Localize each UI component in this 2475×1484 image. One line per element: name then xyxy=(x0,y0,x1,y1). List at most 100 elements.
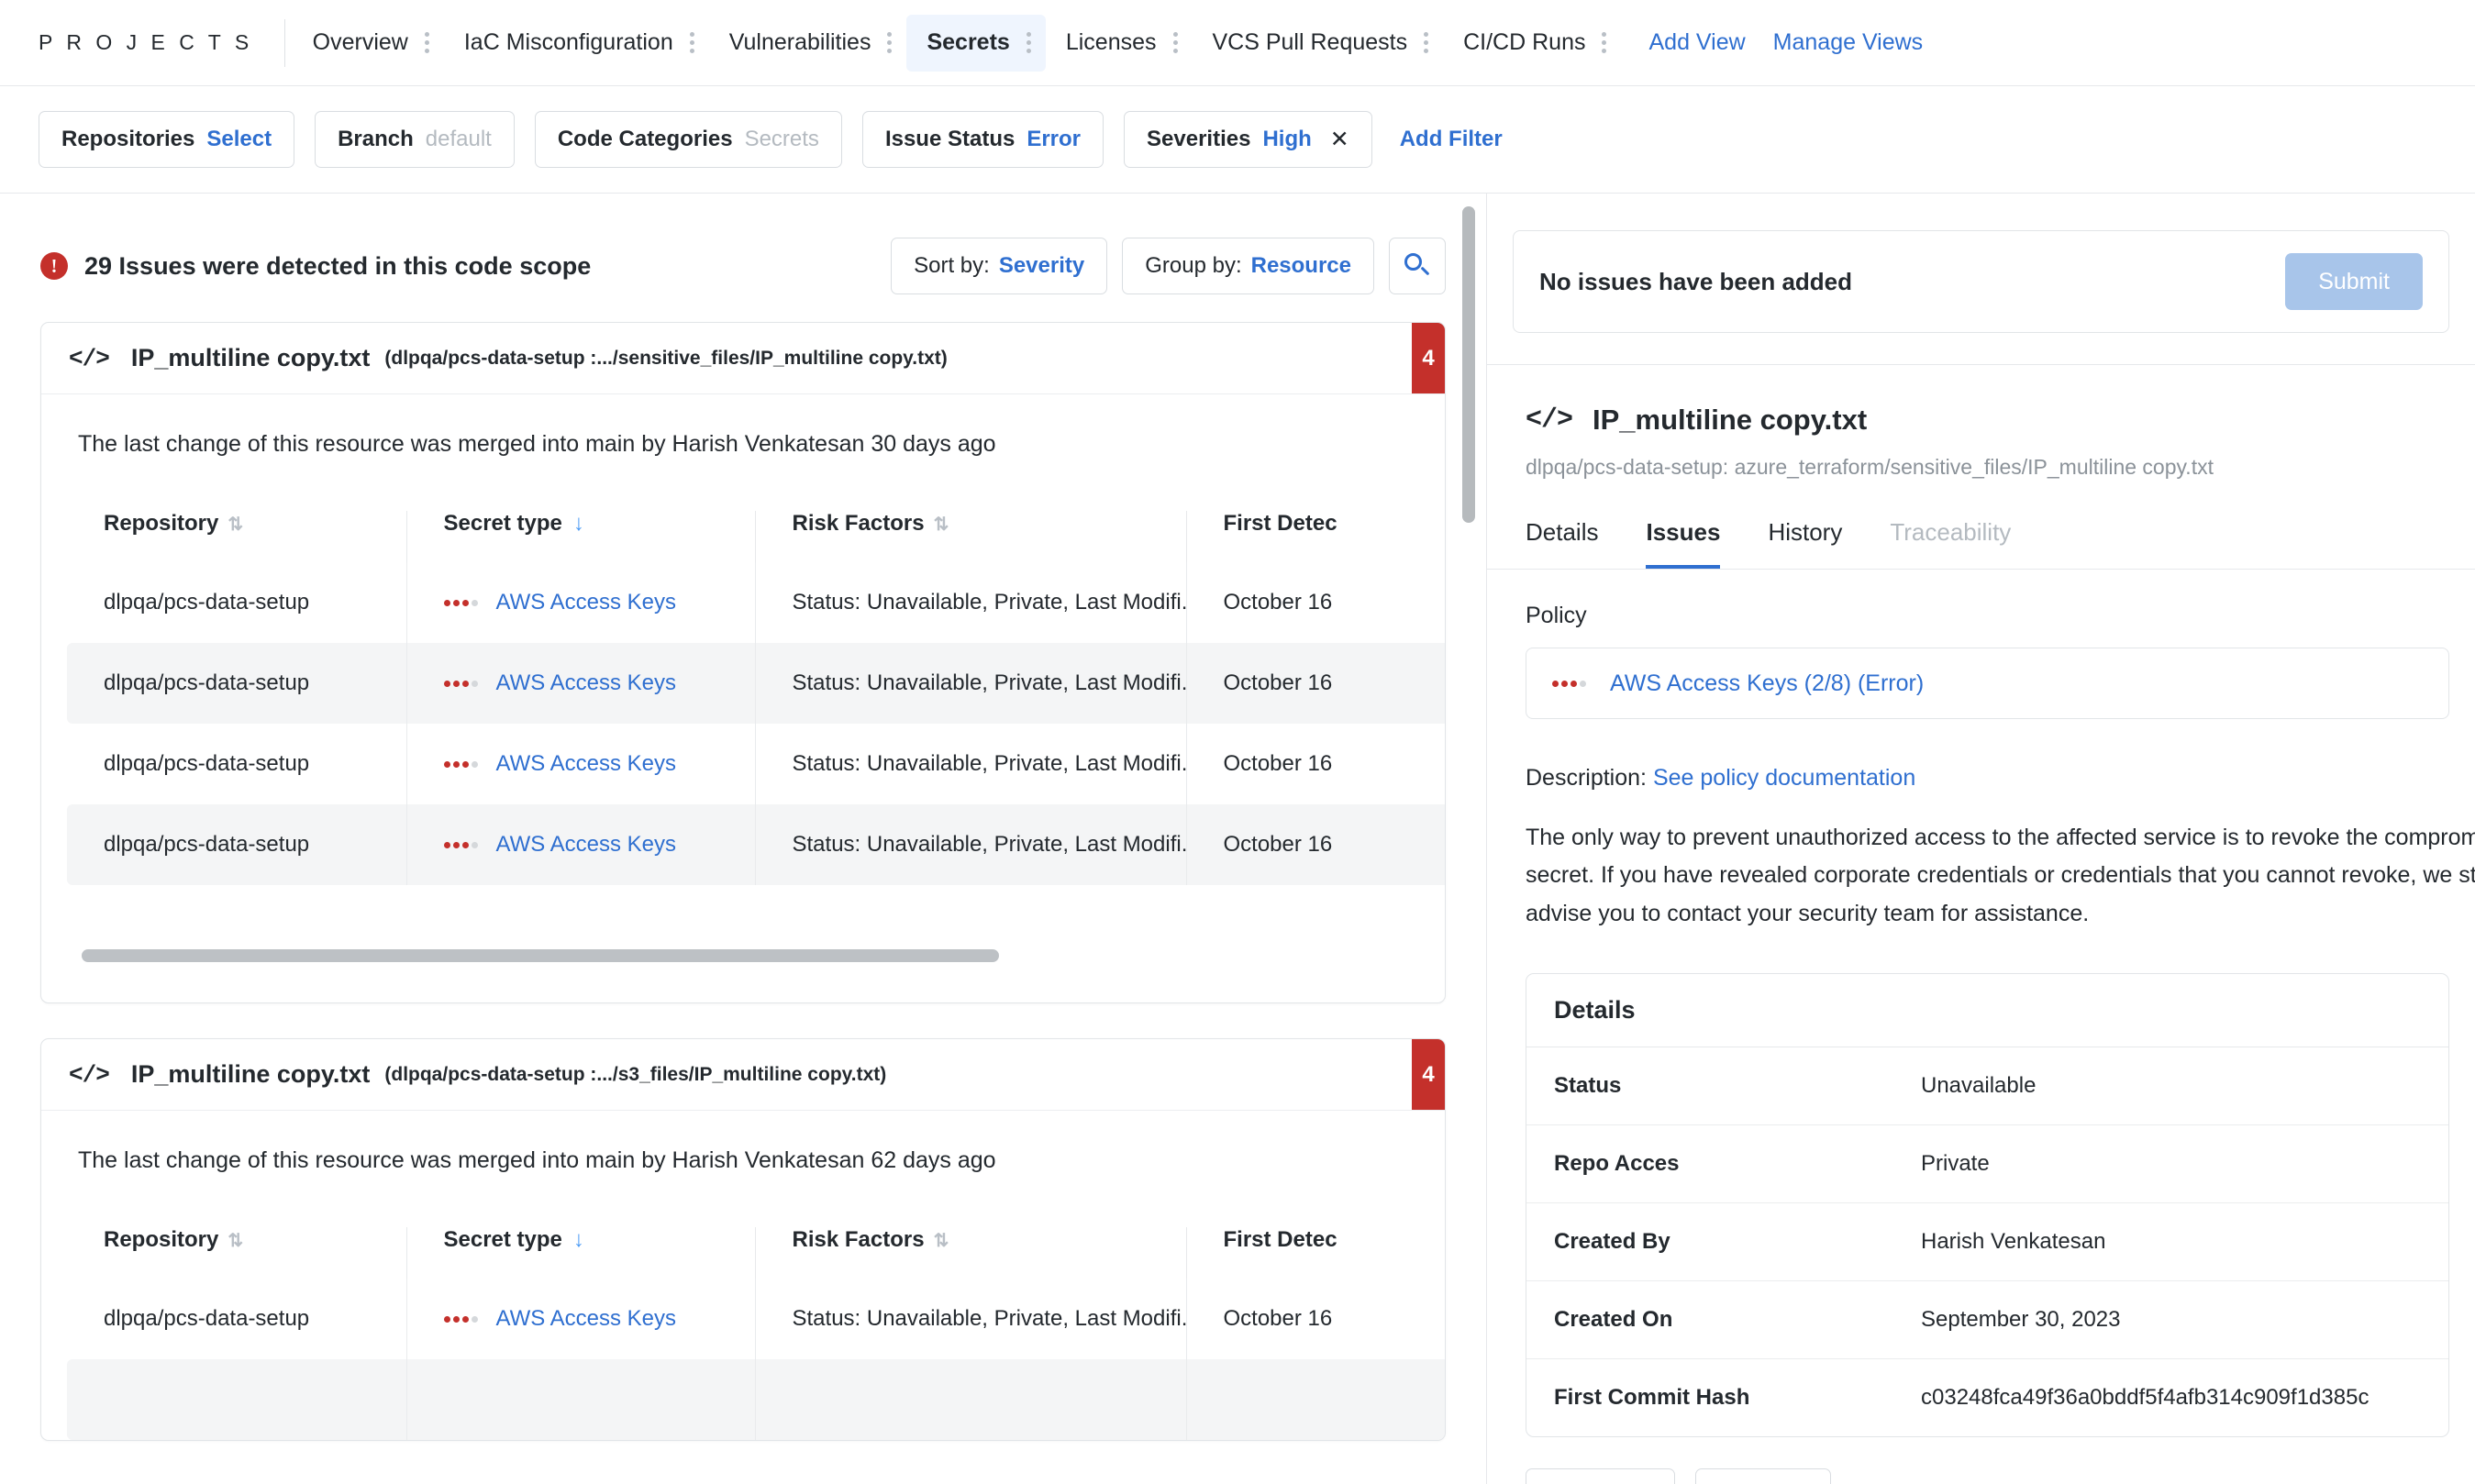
nav-tab-label: IaC Misconfiguration xyxy=(463,29,673,55)
severity-dots-icon xyxy=(443,842,478,849)
secret-type-link[interactable]: AWS Access Keys xyxy=(496,590,677,615)
filter-key: Repositories xyxy=(61,127,195,151)
table-row[interactable] xyxy=(67,1359,1445,1440)
kebab-menu-icon[interactable] xyxy=(1424,32,1429,53)
group-by-control[interactable]: Group by: Resource xyxy=(1122,238,1374,294)
policy-documentation-link[interactable]: See policy documentation xyxy=(1653,765,1915,791)
resource-card-header[interactable]: </> IP_multiline copy.txt (dlpqa/pcs-dat… xyxy=(41,1039,1445,1111)
filter-chip-branch[interactable]: Branch default xyxy=(315,111,515,168)
filter-chip-repositories[interactable]: Repositories Select xyxy=(39,111,295,168)
sort-both-icon[interactable]: ⇅ xyxy=(934,515,949,535)
cell-secret-type[interactable]: AWS Access Keys xyxy=(405,1279,755,1359)
column-header-secret-type[interactable]: Secret type ↓ xyxy=(405,511,755,562)
detail-title-row: </> IP_multiline copy.txt xyxy=(1487,365,2475,437)
manual-fix-button[interactable]: Manual Fix xyxy=(1526,1467,1676,1484)
table-row[interactable]: dlpqa/pcs-data-setup AWS Access Keys Sta… xyxy=(67,804,1445,885)
search-button[interactable] xyxy=(1389,238,1446,294)
add-filter-link[interactable]: Add Filter xyxy=(1400,127,1503,152)
kebab-menu-icon[interactable] xyxy=(887,32,893,53)
severity-dots-icon xyxy=(443,1316,478,1323)
sort-descending-icon[interactable]: ↓ xyxy=(573,1227,584,1252)
secrets-table-wrapper: Repository ⇅ Secret type ↓ Risk Factors ⇅ xyxy=(41,511,1445,885)
nav-tab-secrets[interactable]: Secrets xyxy=(906,14,1046,72)
resource-card-header[interactable]: </> IP_multiline copy.txt (dlpqa/pcs-dat… xyxy=(41,323,1445,394)
column-header-risk-factors[interactable]: Risk Factors ⇅ xyxy=(754,511,1186,562)
details-row-created-on: Created On September 30, 2023 xyxy=(1526,1280,2448,1359)
resource-card-body: The last change of this resource was mer… xyxy=(41,394,1445,1002)
no-issues-text: No issues have been added xyxy=(1539,267,1853,295)
cell-secret-type[interactable]: AWS Access Keys xyxy=(405,804,755,885)
cell-secret-type[interactable]: AWS Access Keys xyxy=(405,562,755,643)
tab-details[interactable]: Details xyxy=(1526,518,1598,569)
nav-tab-vcs-pull-requests[interactable]: VCS Pull Requests xyxy=(1193,15,1444,72)
secret-type-link[interactable]: AWS Access Keys xyxy=(496,1306,677,1331)
column-header-first-detected[interactable]: First Detec xyxy=(1185,1227,1445,1279)
nav-tab-licenses[interactable]: Licenses xyxy=(1046,15,1193,72)
sort-both-icon[interactable]: ⇅ xyxy=(228,515,243,535)
cell-secret-type[interactable]: AWS Access Keys xyxy=(405,724,755,804)
cell-repository: dlpqa/pcs-data-setup xyxy=(104,590,310,615)
secret-type-link[interactable]: AWS Access Keys xyxy=(496,832,677,857)
details-row-status: Status Unavailable xyxy=(1526,1047,2448,1125)
details-key: Created On xyxy=(1526,1280,1893,1359)
detail-subtitle: dlpqa/pcs-data-setup: azure_terraform/se… xyxy=(1526,455,2214,479)
nav-tab-vulnerabilities[interactable]: Vulnerabilities xyxy=(709,15,907,72)
kebab-menu-icon[interactable] xyxy=(424,32,429,53)
table-row[interactable]: dlpqa/pcs-data-setup AWS Access Keys Sta… xyxy=(67,724,1445,804)
tab-history[interactable]: History xyxy=(1768,518,1842,569)
nav-tab-overview[interactable]: Overview xyxy=(293,15,444,72)
column-header-repository[interactable]: Repository ⇅ xyxy=(67,511,406,562)
column-header-secret-type[interactable]: Secret type ↓ xyxy=(405,1227,755,1279)
sort-by-control[interactable]: Sort by: Severity xyxy=(891,238,1108,294)
filter-chip-issue-status[interactable]: Issue Status Error xyxy=(861,111,1104,168)
cell-risk-factors: Status: Unavailable, Private, Last Modif… xyxy=(754,804,1186,885)
nav-tab-label: Overview xyxy=(312,29,408,55)
description-label: Description: xyxy=(1526,765,1647,791)
issues-list-vertical-scrollbar[interactable] xyxy=(1462,206,1475,523)
filter-value: Select xyxy=(206,127,272,151)
kebab-menu-icon[interactable] xyxy=(689,32,694,53)
table-row[interactable]: dlpqa/pcs-data-setup AWS Access Keys Sta… xyxy=(67,643,1445,724)
add-view-link[interactable]: Add View xyxy=(1621,29,1745,56)
nav-tab-label: CI/CD Runs xyxy=(1463,29,1586,55)
column-label: Secret type xyxy=(443,1227,562,1252)
tab-issues[interactable]: Issues xyxy=(1646,518,1721,569)
policy-box[interactable]: AWS Access Keys (2/8) (Error) xyxy=(1526,648,2449,719)
nav-tab-iac-misconfiguration[interactable]: IaC Misconfiguration xyxy=(444,15,709,72)
details-table: Status Unavailable Repo Acces Private Cr… xyxy=(1526,1047,2448,1436)
issues-count-text: 29 Issues were detected in this code sco… xyxy=(84,251,592,280)
nav-tab-label: Vulnerabilities xyxy=(728,29,871,55)
column-header-risk-factors[interactable]: Risk Factors ⇅ xyxy=(754,1227,1186,1279)
cell-secret-type xyxy=(405,1359,755,1440)
cell-risk-factors xyxy=(754,1359,1186,1440)
manage-views-link[interactable]: Manage Views xyxy=(1746,29,1924,56)
table-row[interactable]: dlpqa/pcs-data-setup AWS Access Keys Sta… xyxy=(67,1279,1445,1359)
table-hscroll-thumb[interactable] xyxy=(82,949,999,962)
sort-both-icon[interactable]: ⇅ xyxy=(934,1231,949,1251)
kebab-menu-icon[interactable] xyxy=(1172,32,1178,53)
secret-type-link[interactable]: AWS Access Keys xyxy=(496,751,677,776)
no-issues-box: No issues have been added Submit xyxy=(1513,230,2449,333)
column-header-repository[interactable]: Repository ⇅ xyxy=(67,1227,406,1279)
close-icon[interactable]: ✕ xyxy=(1330,127,1349,151)
submit-button[interactable]: Submit xyxy=(2285,253,2423,310)
cell-secret-type[interactable]: AWS Access Keys xyxy=(405,643,755,724)
policy-link[interactable]: AWS Access Keys (2/8) (Error) xyxy=(1610,670,1924,697)
kebab-menu-icon[interactable] xyxy=(1026,32,1031,53)
resource-card: </> IP_multiline copy.txt (dlpqa/pcs-dat… xyxy=(40,1038,1446,1441)
table-hscroll-track[interactable] xyxy=(41,885,1445,1002)
issue-detail-pane: No issues have been added Submit </> IP_… xyxy=(1486,193,2475,1484)
column-header-first-detected[interactable]: First Detec xyxy=(1185,511,1445,562)
secret-type-link[interactable]: AWS Access Keys xyxy=(496,670,677,695)
filter-chip-severities[interactable]: Severities High ✕ xyxy=(1124,111,1372,168)
kebab-menu-icon[interactable] xyxy=(1602,32,1607,53)
sort-both-icon[interactable]: ⇅ xyxy=(228,1231,243,1251)
details-row-first-commit-hash: First Commit Hash c03248fca49f36a0bddf5f… xyxy=(1526,1358,2448,1436)
suppress-button[interactable]: Suppress xyxy=(1695,1467,1831,1484)
nav-tab-cicd-runs[interactable]: CI/CD Runs xyxy=(1443,15,1621,72)
issue-count-badge: 4 xyxy=(1412,323,1445,393)
table-header-row: Repository ⇅ Secret type ↓ Risk Factors ⇅ xyxy=(67,511,1445,562)
table-row[interactable]: dlpqa/pcs-data-setup AWS Access Keys Sta… xyxy=(67,562,1445,643)
sort-descending-icon[interactable]: ↓ xyxy=(573,511,584,536)
filter-chip-code-categories[interactable]: Code Categories Secrets xyxy=(534,111,842,168)
